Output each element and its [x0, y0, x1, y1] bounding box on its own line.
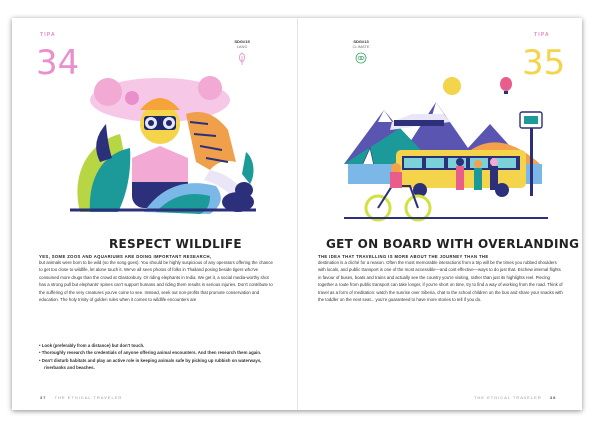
overlanding-illustration	[344, 77, 548, 222]
sdg-label: SDG#15 LAND	[226, 39, 258, 49]
bullet-item: • Look (preferably from a distance) but …	[39, 343, 145, 348]
bullet-item: • Don't disturb habitats and play an act…	[39, 357, 262, 371]
body-text: destination is a cliché for a reason. Of…	[318, 259, 564, 303]
sdg-subject: LAND	[236, 44, 248, 49]
article-title: GET ON BOARD WITH OVERLANDING	[326, 237, 580, 251]
page-number: 38	[549, 395, 557, 400]
tip-label: TIPA	[40, 32, 56, 38]
page-number: 37	[40, 395, 47, 400]
right-page: SDG#13 CLIMATE TIPA 35 GET ON BOARD WITH…	[298, 18, 583, 410]
page-footer: 37 THE ETHICAL TRAVELER	[40, 395, 122, 400]
globe-eye-icon	[355, 52, 367, 64]
left-page: TIPA 34 SDG#15 LAND RESPECT WILDLIFE YES…	[12, 18, 297, 410]
body-paragraph: destination is a cliché for a reason. Of…	[318, 260, 563, 303]
page-footer: THE ETHICAL TRAVELER 38	[474, 395, 556, 400]
running-head: THE ETHICAL TRAVELER	[54, 395, 123, 400]
wildlife-illustration	[70, 76, 256, 214]
running-head: THE ETHICAL TRAVELER	[474, 395, 542, 400]
book-spread: TIPA 34 SDG#15 LAND RESPECT WILDLIFE YES…	[12, 18, 582, 410]
bullet-item: • Thoroughly research the credentials of…	[39, 350, 262, 356]
sdg-label: SDG#13 CLIMATE	[344, 39, 378, 49]
sdg-subject: CLIMATE	[352, 44, 370, 49]
body-text: but animals were born to be wild (so the…	[39, 259, 275, 303]
tip-label: TIPA	[534, 32, 550, 38]
article-title: RESPECT WILDLIFE	[109, 237, 242, 251]
body-paragraph: but animals were born to be wild (so the…	[39, 260, 273, 303]
bullet-list: • Look (preferably from a distance) but …	[39, 342, 275, 372]
